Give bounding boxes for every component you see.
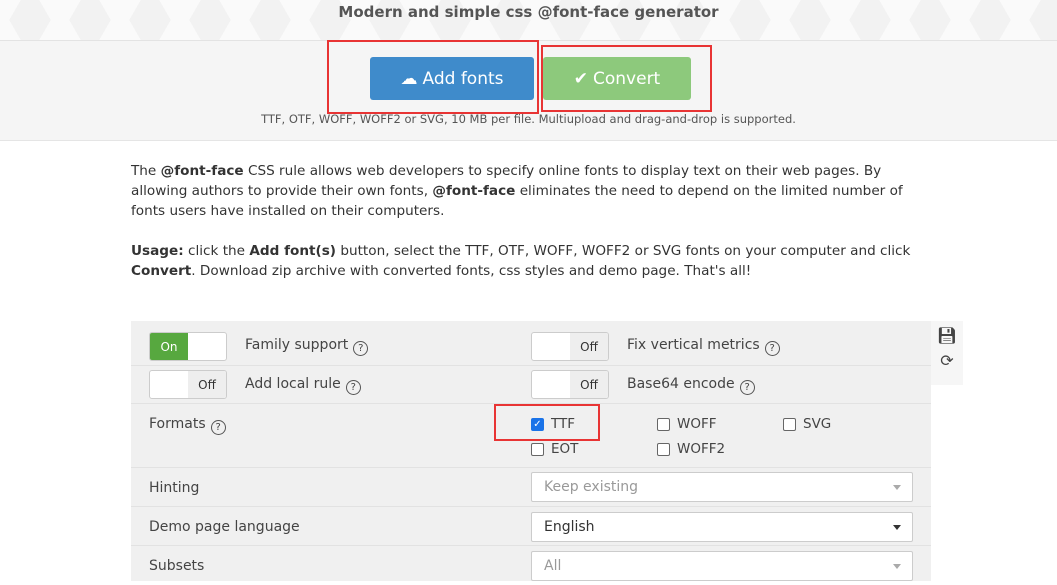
intro-paragraph: The @font-face CSS rule allows web devel…: [131, 163, 903, 219]
format-woff2-checkbox[interactable]: WOFF2: [657, 441, 725, 457]
hinting-label: Hinting: [149, 480, 200, 496]
highlight-box: [327, 40, 539, 114]
help-icon[interactable]: ?: [739, 380, 755, 395]
add-local-rule-label: Add local rule?: [245, 376, 361, 395]
caret-down-icon: [893, 485, 901, 490]
options-panel: On Family support? Off Fix vertical metr…: [131, 321, 931, 581]
base64-encode-toggle[interactable]: Off: [531, 370, 609, 399]
add-local-rule-toggle[interactable]: Off: [149, 370, 227, 399]
caret-down-icon: [893, 564, 901, 569]
family-support-label: Family support?: [245, 337, 369, 356]
help-icon[interactable]: ?: [210, 420, 226, 435]
highlight-box: [541, 45, 712, 112]
fix-vertical-metrics-label: Fix vertical metrics?: [627, 337, 780, 356]
help-icon[interactable]: ?: [345, 380, 361, 395]
demo-language-label: Demo page language: [149, 519, 300, 535]
reset-icon[interactable]: ⟳: [940, 351, 953, 370]
caret-down-icon: [893, 525, 901, 530]
site-header: Modern and simple css @font-face generat…: [0, 0, 1057, 41]
family-support-toggle[interactable]: On: [149, 332, 227, 361]
upload-note: TTF, OTF, WOFF, WOFF2 or SVG, 10 MB per …: [261, 112, 796, 126]
subsets-select[interactable]: All: [531, 551, 913, 581]
usage-paragraph: Usage: click the Add font(s) button, sel…: [131, 243, 911, 279]
save-icon[interactable]: 💾︎: [937, 326, 957, 345]
site-tagline: Modern and simple css @font-face generat…: [338, 3, 719, 21]
help-icon[interactable]: ?: [353, 341, 369, 356]
subsets-label: Subsets: [149, 558, 205, 574]
format-svg-checkbox[interactable]: SVG: [783, 416, 831, 432]
fix-vertical-metrics-toggle[interactable]: Off: [531, 332, 609, 361]
demo-language-select[interactable]: English: [531, 512, 913, 542]
base64-encode-label: Base64 encode?: [627, 376, 755, 395]
format-woff-checkbox[interactable]: WOFF: [657, 416, 717, 432]
help-icon[interactable]: ?: [764, 341, 780, 356]
panel-tools: 💾︎ ⟳: [931, 321, 963, 385]
format-eot-checkbox[interactable]: EOT: [531, 441, 578, 457]
highlight-box: [494, 404, 600, 441]
formats-label: Formats?: [149, 416, 226, 435]
hinting-select[interactable]: Keep existing: [531, 472, 913, 502]
